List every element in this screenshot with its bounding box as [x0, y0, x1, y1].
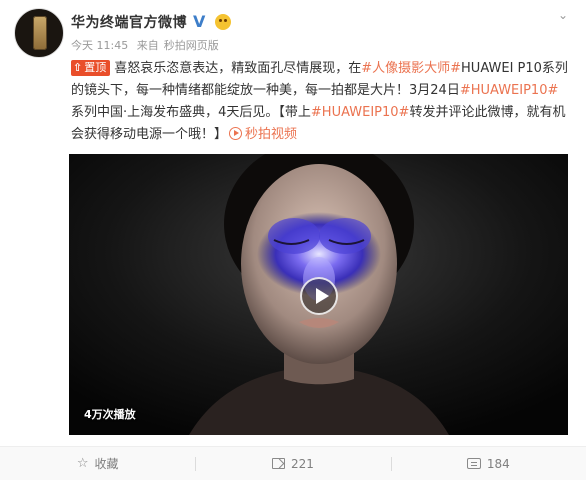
pinned-label: 置顶 [84, 61, 107, 74]
comment-icon [466, 458, 481, 469]
hashtag-huaweip10[interactable]: #HUAWEIP10# [460, 83, 559, 98]
post-meta: 今天 11:45 来自 秒拍网页版 [71, 37, 224, 53]
comment-count: 184 [486, 456, 510, 471]
video-link[interactable]: 秒拍视频 [227, 127, 297, 142]
post-text-part-3: 系列中国·上海发布盛典，4天后见。【带上 [71, 105, 311, 120]
source-prefix: 来自 [136, 39, 159, 52]
video-link-label: 秒拍视频 [245, 127, 298, 142]
emoji-icon [215, 14, 231, 30]
repost-count: 221 [291, 456, 314, 471]
post-source[interactable]: 秒拍网页版 [164, 39, 219, 52]
star-icon: ☆ [76, 456, 89, 471]
post-text: ⇧ 置顶 喜怒哀乐恣意表达，精致面孔尽情展现，在#人像摄影大师#HUAWEI P10… [71, 58, 571, 146]
play-circle-icon [229, 127, 243, 140]
comment-button[interactable]: 184 [390, 447, 586, 480]
phone-product-image [33, 16, 47, 50]
post-text-part-1: 喜怒哀乐恣意表达，精致面孔尽情展现，在 [114, 61, 362, 76]
pin-icon: ⇧ [73, 61, 83, 74]
pinned-badge: ⇧ 置顶 [71, 60, 111, 76]
chevron-down-icon[interactable]: ⌄ [554, 8, 572, 22]
avatar[interactable] [14, 8, 64, 58]
favorite-label: 收藏 [94, 457, 119, 471]
author-name[interactable]: 华为终端官方微博 [71, 12, 187, 32]
repost-icon [272, 458, 286, 469]
hashtag-portrait-master[interactable]: #人像摄影大师# [361, 61, 461, 76]
post-time[interactable]: 今天 11:45 [71, 39, 128, 52]
hashtag-huaweip10-second[interactable]: #HUAWEIP10# [311, 105, 410, 120]
view-count: 4万次播放 [84, 408, 136, 421]
repost-button[interactable]: 221 [195, 447, 390, 480]
play-icon[interactable] [300, 277, 338, 315]
favorite-button[interactable]: ☆ 收藏 [0, 447, 195, 480]
verified-icon: V [193, 12, 206, 31]
action-bar: ☆ 收藏 221 184 [0, 446, 586, 480]
author-row: 华为终端官方微博 V [71, 12, 231, 32]
weibo-post-card: 华为终端官方微博 V ⌄ 今天 11:45 来自 秒拍网页版 ⇧ 置顶 喜怒哀乐恣意表… [0, 0, 586, 480]
